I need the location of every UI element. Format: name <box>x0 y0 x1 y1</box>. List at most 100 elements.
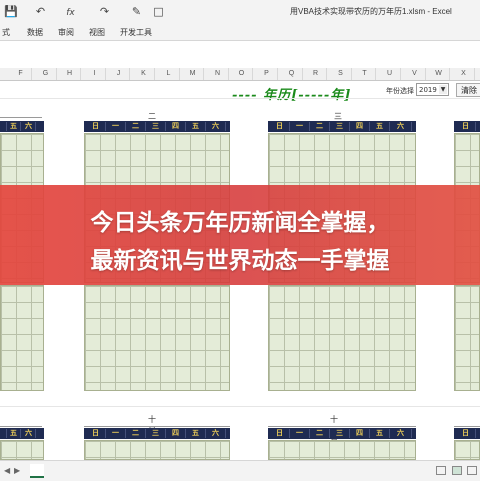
weekday-cell: 四 <box>166 122 186 131</box>
page-break-view-icon[interactable] <box>467 466 477 475</box>
ribbon-tabs: 式 数据 审阅 视图 开发工具 <box>0 24 480 41</box>
weekday-cell: 一 <box>106 122 126 131</box>
column-header[interactable]: X <box>453 68 475 80</box>
day-grid <box>0 440 44 460</box>
undo-icon[interactable]: ↶ <box>34 5 47 18</box>
weekday-cell: 日 <box>270 122 290 131</box>
tab-data[interactable]: 数据 <box>27 27 43 38</box>
weekday-cell: 六 <box>206 429 226 438</box>
weekday-cell: 日 <box>86 122 106 131</box>
weekday-cell: 五 <box>370 429 390 438</box>
banner-headline-line1: 今日头条万年历新闻全掌握， <box>90 210 390 236</box>
day-grid <box>0 285 44 391</box>
folder-icon[interactable]: □ <box>152 5 165 18</box>
day-grid <box>268 285 416 391</box>
weekday-cell: 六 <box>390 429 412 438</box>
calendar-heading: ---- 年历[-----年] <box>232 88 352 103</box>
normal-view-icon[interactable] <box>436 466 446 475</box>
month-title-underline <box>454 426 480 427</box>
news-banner: 今日头条万年历新闻全掌握， 最新资讯与世界动态一手掌握 <box>0 185 480 285</box>
weekday-cell: 三 <box>146 429 166 438</box>
month-title-underline <box>0 117 42 118</box>
weekday-cell: 四 <box>350 122 370 131</box>
column-header[interactable]: P <box>256 68 278 80</box>
column-header[interactable]: H <box>59 68 81 80</box>
title-bar: 💾 ↶ fx ↷ ✎ □ 用VBA技术实现带农历的万年历1.xlsm - Exc… <box>0 0 480 24</box>
weekday-cell: 二 <box>126 122 146 131</box>
chevron-down-icon[interactable]: ▼ <box>439 85 447 94</box>
weekday-cell <box>0 122 7 131</box>
day-grid <box>84 285 230 391</box>
weekday-cell: 四 <box>350 429 370 438</box>
weekday-cell: 六 <box>390 122 412 131</box>
year-select-label: 年份选择 <box>386 87 414 95</box>
year-select-value: 2019 <box>419 86 437 94</box>
column-header[interactable]: I <box>84 68 106 80</box>
weekday-cell <box>0 429 7 438</box>
redo-icon[interactable]: ↷ <box>98 5 111 18</box>
column-header[interactable]: G <box>35 68 57 80</box>
tab-view[interactable]: 视图 <box>89 27 105 38</box>
format-icon[interactable]: ✎ <box>130 5 143 18</box>
day-grid <box>268 440 416 460</box>
status-bar: ◀ ▶ <box>0 460 480 481</box>
clear-button[interactable]: 清除 <box>456 83 480 97</box>
weekday-header-row: 五 六 <box>0 428 44 439</box>
weekday-cell: 二 <box>310 429 330 438</box>
weekday-header-row: 日 一 二 三 四 五 六 <box>268 428 416 439</box>
weekday-cell: 四 <box>166 429 186 438</box>
column-header[interactable]: S <box>330 68 352 80</box>
column-header[interactable]: K <box>133 68 155 80</box>
weekday-cell: 六 <box>22 429 36 438</box>
sheet-nav-next-icon[interactable]: ▶ <box>14 466 20 475</box>
weekday-cell: 六 <box>22 122 36 131</box>
weekday-cell: 日 <box>456 122 476 131</box>
formula-fx-icon[interactable]: fx <box>64 5 77 18</box>
banner-headline-line2: 最新资讯与世界动态一手掌握 <box>90 248 390 274</box>
weekday-cell: 五 <box>186 429 206 438</box>
column-header[interactable]: U <box>379 68 401 80</box>
save-icon[interactable]: 💾 <box>4 5 18 18</box>
column-header[interactable]: L <box>158 68 180 80</box>
weekday-cell: 五 <box>370 122 390 131</box>
weekday-cell: 六 <box>206 122 226 131</box>
weekday-header-row: 日 <box>454 428 480 439</box>
weekday-header-row: 日 一 二 三 四 五 六 <box>268 121 416 132</box>
sheet-tab[interactable] <box>30 464 44 478</box>
weekday-cell: 二 <box>126 429 146 438</box>
tab-formulas[interactable]: 式 <box>2 27 10 38</box>
column-header[interactable]: R <box>305 68 327 80</box>
column-header[interactable]: T <box>354 68 376 80</box>
page-layout-icon[interactable] <box>452 466 462 475</box>
weekday-header-row: 日 一 二 三 四 五 六 <box>84 428 230 439</box>
weekday-cell: 三 <box>330 429 350 438</box>
row-separator <box>0 406 480 407</box>
tab-review[interactable]: 审阅 <box>58 27 74 38</box>
weekday-cell: 三 <box>146 122 166 131</box>
column-header[interactable]: O <box>231 68 253 80</box>
weekday-header-row: 日 一 二 三 四 五 六 <box>84 121 230 132</box>
sheet-nav-prev-icon[interactable]: ◀ <box>4 466 10 475</box>
weekday-cell: 日 <box>86 429 106 438</box>
weekday-header-row: 五 六 <box>0 121 44 132</box>
column-header[interactable]: Q <box>281 68 303 80</box>
column-header[interactable]: J <box>108 68 130 80</box>
tab-developer[interactable]: 开发工具 <box>120 27 152 38</box>
year-select[interactable]: 2019 ▼ <box>416 83 449 96</box>
column-header[interactable]: V <box>404 68 426 80</box>
weekday-cell: 五 <box>7 429 21 438</box>
column-header[interactable]: F <box>10 68 32 80</box>
weekday-cell: 五 <box>7 122 21 131</box>
weekday-cell: 一 <box>290 429 310 438</box>
weekday-cell: 二 <box>310 122 330 131</box>
weekday-cell: 三 <box>330 122 350 131</box>
column-header[interactable]: W <box>428 68 450 80</box>
window-title: 用VBA技术实现带农历的万年历1.xlsm - Excel <box>290 7 452 16</box>
day-grid <box>454 285 480 391</box>
column-header[interactable]: N <box>207 68 229 80</box>
column-header[interactable]: M <box>182 68 204 80</box>
weekday-cell: 五 <box>186 122 206 131</box>
weekday-cell: 日 <box>456 429 476 438</box>
month-title-underline <box>84 426 230 427</box>
month-title-underline <box>268 426 416 427</box>
